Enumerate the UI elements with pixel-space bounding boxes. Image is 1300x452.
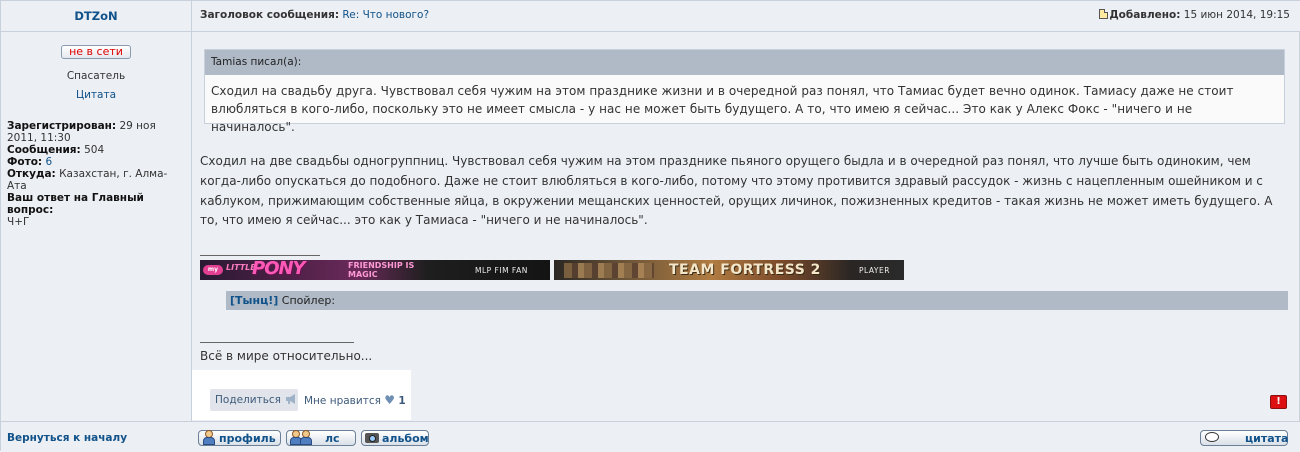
subject-link[interactable]: Re: Что нового? <box>342 9 429 21</box>
share-button[interactable]: Поделиться <box>210 389 298 411</box>
question-row: Ваш ответ на Главный вопрос: Ч+Г <box>7 192 144 228</box>
online-status-badge: не в сети <box>61 45 131 59</box>
banner-fan-text: MLP FIM FAN <box>475 266 528 275</box>
forum-post: DTZoN Заголовок сообщения: Re: Что новог… <box>0 0 1300 452</box>
author-profile: не в сети Спасатель Цитата Зарегистриров… <box>1 32 191 421</box>
quote-author: Tamias писал(а): <box>205 50 1284 75</box>
megaphone-icon <box>286 394 296 404</box>
banner-characters-image <box>564 263 654 278</box>
like-label: Мне нравится <box>304 395 381 407</box>
camera-icon <box>365 433 379 443</box>
user-icon <box>203 430 215 445</box>
post-subject: Заголовок сообщения: Re: Что нового? <box>200 9 429 21</box>
location-row: Откуда: Казахстан, г. Алма-Ата <box>7 168 168 192</box>
back-to-top-link[interactable]: Вернуться к началу <box>7 432 127 444</box>
banner-friendship-text: FRIENDSHIP IS MAGIC <box>348 261 415 279</box>
posts-row: Сообщения: 504 <box>7 144 105 156</box>
banner-tf2-title: TEAM FORTRESS 2 <box>669 262 821 278</box>
users-icon-second <box>300 430 312 445</box>
post-icon[interactable] <box>1099 9 1109 19</box>
share-label: Поделиться <box>215 394 281 406</box>
registered-row: Зарегистрирован: 29 ноя 2011, 11:30 <box>7 120 156 144</box>
signature-divider <box>200 255 320 256</box>
profile-details: Зарегистрирован: 29 ноя 2011, 11:30 Сооб… <box>7 120 187 228</box>
quote-label: цитата <box>1245 432 1289 445</box>
like-count: 1 <box>398 395 406 407</box>
post-footer: Вернуться к началу профиль лс альбом цит… <box>1 421 1300 452</box>
signature-divider-2 <box>200 342 354 343</box>
spoiler-toggle[interactable]: [Тынц!] <box>230 294 278 307</box>
signature-motto: Всё в мире относительно... <box>200 349 373 363</box>
mlp-fan-banner[interactable]: my LITTLE PONY FRIENDSHIP IS MAGIC MLP F… <box>200 260 550 280</box>
post-header: DTZoN Заголовок сообщения: Re: Что новог… <box>1 1 1300 32</box>
photos-row: Фото: 6 <box>7 156 53 168</box>
subject-label: Заголовок сообщения: <box>200 9 340 21</box>
author-name[interactable]: DTZoN <box>1 1 191 32</box>
album-button[interactable]: альбом <box>361 430 429 446</box>
banner-my-text: my <box>203 265 223 275</box>
users-icon <box>290 430 302 445</box>
quote-button[interactable]: цитата <box>1200 430 1288 446</box>
photos-link[interactable]: 6 <box>45 156 52 168</box>
banner-player-text: PLAYER <box>859 266 890 275</box>
quote-text: Сходил на свадьбу друга. Чувствовал себя… <box>211 84 1234 134</box>
user-rank: Спасатель <box>66 70 126 82</box>
private-message-button[interactable]: лс <box>286 430 356 446</box>
profile-label: профиль <box>219 432 276 445</box>
heart-icon: ♥ <box>384 393 396 407</box>
banner-pony-text: PONY <box>252 260 306 279</box>
social-buttons: Поделиться Мне нравится ♥ 1 <box>192 370 411 420</box>
posted-date: 15 июн 2014, 19:15 <box>1183 9 1290 21</box>
post-body-text: Сходил на две свадьбы одногруппниц. Чувс… <box>200 154 1273 228</box>
quote-block: Tamias писал(а): Сходил на свадьбу друга… <box>204 49 1285 134</box>
like-button[interactable]: Мне нравится ♥ 1 <box>304 389 406 411</box>
spoiler-label: Спойлер: <box>281 294 336 307</box>
spoiler-block: [Тынц!] Спойлер: <box>226 291 1288 310</box>
album-label: альбом <box>382 432 429 445</box>
speech-bubble-icon <box>1205 432 1219 442</box>
pm-label: лс <box>325 432 340 445</box>
post-date: Добавлено: 15 июн 2014, 19:15 <box>1099 9 1290 21</box>
profile-button[interactable]: профиль <box>198 430 281 446</box>
tf2-player-banner[interactable]: TEAM FORTRESS 2 PLAYER <box>554 260 904 280</box>
quote-rank-link[interactable]: Цитата <box>1 89 191 101</box>
report-icon[interactable]: ! <box>1270 395 1287 409</box>
posted-label: Добавлено: <box>1109 9 1181 21</box>
